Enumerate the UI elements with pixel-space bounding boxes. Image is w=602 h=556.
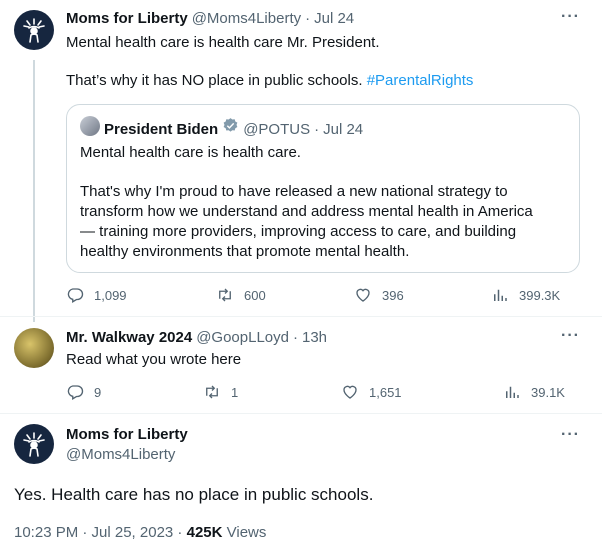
tweet3-handle[interactable]: @Moms4Liberty bbox=[66, 446, 175, 463]
tweet2-more-icon[interactable]: ··· bbox=[561, 327, 580, 345]
views-button[interactable]: 399.3K bbox=[491, 286, 560, 304]
like-count: 396 bbox=[382, 287, 404, 303]
tweet3-meta: 10:23 PM · Jul 25, 2023 · 425K Views bbox=[14, 524, 266, 541]
quote-text-p2-l1: That's why I'm proud to have released a … bbox=[80, 183, 508, 200]
tweet1-more-icon[interactable]: ··· bbox=[561, 8, 580, 26]
quote-handle: @POTUS bbox=[243, 121, 311, 138]
tweet1-handle[interactable]: @Moms4Liberty bbox=[192, 10, 301, 27]
tweet3-views-label: Views bbox=[222, 524, 267, 541]
tweet1-author-name[interactable]: Moms for Liberty bbox=[66, 10, 188, 27]
avatar-moms-for-liberty[interactable] bbox=[14, 10, 54, 50]
tweet2-text: Read what you wrote here bbox=[66, 351, 242, 368]
quote-text-p2-l4: healthy environments that promote mental… bbox=[80, 243, 410, 260]
repost-icon bbox=[206, 385, 218, 399]
quote-text-p2-l2: transform how we understand and address … bbox=[80, 203, 533, 220]
reply-button[interactable]: 9 bbox=[66, 383, 101, 401]
avatar-mr-walkway[interactable] bbox=[14, 328, 54, 368]
repost-count: 1 bbox=[231, 384, 239, 400]
tweet3-handle-row: @Moms4Liberty bbox=[66, 446, 175, 463]
quote-author-name: President Biden bbox=[104, 121, 219, 138]
repost-button[interactable]: 1 bbox=[203, 383, 238, 401]
like-button[interactable]: 1,651 bbox=[341, 383, 402, 401]
reply-count: 1,099 bbox=[94, 287, 127, 303]
quote-text-line1: Mental health care is health care. bbox=[80, 144, 301, 161]
views-count: 399.3K bbox=[519, 287, 561, 303]
tweet2-handle[interactable]: @GoopLLoyd bbox=[196, 329, 289, 346]
tweet3-views-count: 425K bbox=[186, 524, 223, 541]
tweet3-more-icon[interactable]: ··· bbox=[561, 426, 580, 444]
avatar-moms-for-liberty[interactable] bbox=[14, 424, 54, 464]
tweet2-header: Mr. Walkway 2024 @GoopLLoyd · 13h bbox=[66, 329, 327, 346]
divider bbox=[0, 316, 602, 317]
tweet3-name-row: Moms for Liberty bbox=[66, 426, 188, 443]
liberty-logo-icon bbox=[23, 18, 45, 43]
views-icon bbox=[506, 386, 519, 398]
quote-date: Jul 24 bbox=[323, 121, 364, 138]
thread-connector-line bbox=[33, 60, 35, 322]
tweet3-timestamp[interactable]: 10:23 PM · Jul 25, 2023 · bbox=[14, 524, 187, 541]
verified-badge-icon bbox=[223, 118, 238, 132]
like-icon bbox=[356, 288, 370, 302]
quote-header: President Biden @POTUS · Jul 24 bbox=[104, 117, 363, 138]
tweet1-sep: · bbox=[305, 10, 311, 27]
quoted-tweet-card[interactable]: President Biden @POTUS · Jul 24 Mental h… bbox=[66, 104, 580, 273]
like-icon bbox=[343, 385, 357, 399]
tweet3-author-name[interactable]: Moms for Liberty bbox=[66, 426, 188, 443]
liberty-logo-icon bbox=[23, 432, 45, 457]
views-button[interactable]: 39.1K bbox=[503, 383, 565, 401]
repost-icon bbox=[219, 288, 231, 302]
tweet2-sep: · bbox=[292, 329, 298, 346]
reply-button[interactable]: 1,099 bbox=[66, 286, 127, 304]
tweet1-text-body: That’s why it has NO place in public sch… bbox=[66, 72, 363, 89]
quote-sep: · bbox=[314, 121, 320, 138]
like-count: 1,651 bbox=[369, 384, 402, 400]
quote-text-p2-l3: — training more providers, improving acc… bbox=[80, 223, 517, 240]
tweet2-date[interactable]: 13h bbox=[302, 329, 327, 346]
tweet1-text-line1: Mental health care is health care Mr. Pr… bbox=[66, 34, 380, 51]
views-count: 39.1K bbox=[531, 384, 565, 400]
reply-icon bbox=[67, 385, 84, 400]
like-button[interactable]: 396 bbox=[354, 286, 404, 304]
tweet1-text-line2: That’s why it has NO place in public sch… bbox=[66, 71, 473, 91]
repost-count: 600 bbox=[244, 287, 266, 303]
hashtag-link[interactable]: #ParentalRights bbox=[367, 72, 474, 89]
views-icon bbox=[494, 289, 507, 301]
tweet1-date[interactable]: Jul 24 bbox=[314, 10, 354, 27]
tweet3-text: Yes. Health care has no place in public … bbox=[14, 485, 374, 504]
tweet1-header: Moms for Liberty @Moms4Liberty · Jul 24 bbox=[66, 10, 354, 27]
reply-count: 9 bbox=[94, 384, 102, 400]
divider bbox=[0, 413, 602, 414]
reply-icon bbox=[67, 288, 84, 303]
avatar-president-biden bbox=[80, 116, 100, 136]
repost-button[interactable]: 600 bbox=[216, 286, 266, 304]
tweet2-author-name[interactable]: Mr. Walkway 2024 bbox=[66, 329, 192, 346]
